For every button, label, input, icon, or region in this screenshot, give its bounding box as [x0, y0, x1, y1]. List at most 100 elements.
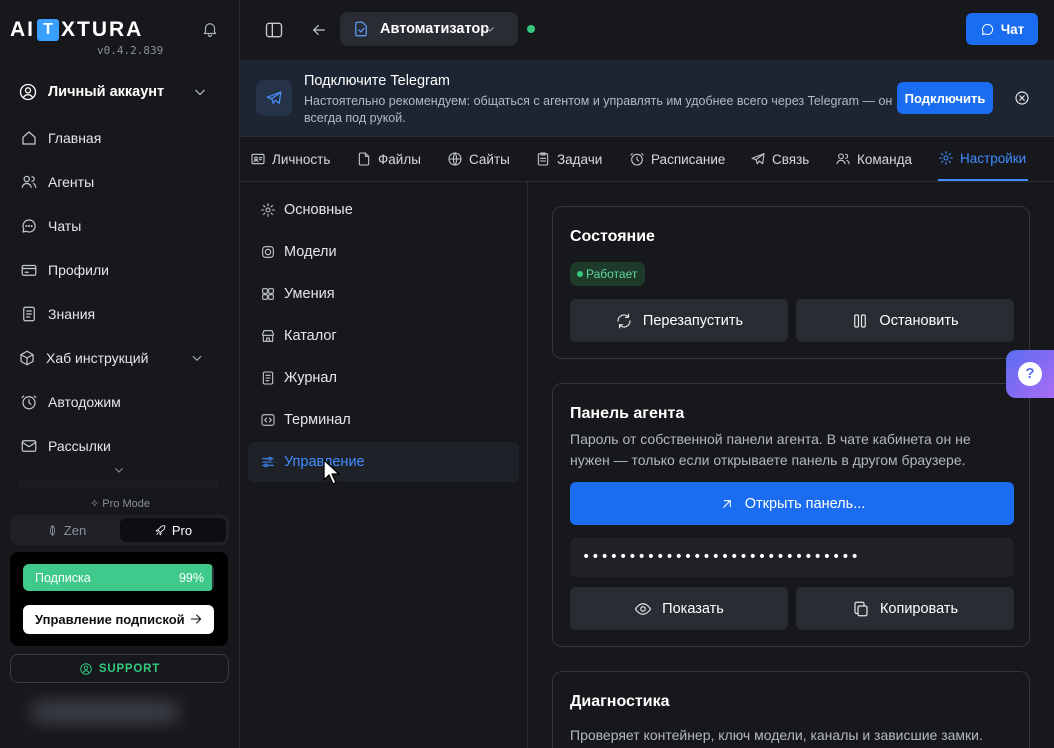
tab-tasks[interactable]: Задачи — [535, 137, 602, 181]
logo-box: T — [37, 19, 59, 41]
sidebar-item-chats[interactable]: Чаты — [20, 214, 220, 238]
sidebar-item-agents[interactable]: Агенты — [20, 170, 220, 194]
open-panel-button[interactable]: Открыть панель... — [570, 482, 1014, 525]
mode-pro-label: Pro — [171, 522, 193, 538]
rocket-icon — [155, 524, 166, 535]
external-arrow-icon — [722, 499, 731, 508]
agent-selector[interactable]: Автоматизатор — [340, 12, 518, 46]
banner-description: Настоятельно рекомендуем: общаться с аге… — [304, 94, 893, 125]
chevron-down-icon — [195, 89, 205, 96]
subscription-label: Подписка — [35, 571, 91, 585]
copy-password-button[interactable]: Копировать — [796, 587, 1014, 630]
scroll-down-icon[interactable] — [111, 462, 127, 478]
chat-button-label: Чат — [1000, 21, 1025, 37]
chat-button[interactable]: Чат — [966, 13, 1038, 45]
banner-title: Подключите Telegram — [304, 73, 451, 89]
tab-label: Настройки — [960, 150, 1027, 166]
tab-label: Задачи — [557, 151, 603, 167]
gear-icon — [939, 151, 953, 165]
back-arrow-icon[interactable] — [310, 21, 328, 39]
file-icon — [358, 152, 370, 166]
settings-item-management[interactable]: Управление — [248, 442, 519, 482]
status-card-title: Состояние — [570, 228, 655, 245]
settings-item-log[interactable]: Журнал — [248, 358, 519, 398]
diagnostics-title: Диагностика — [570, 693, 670, 710]
support-icon — [80, 662, 92, 675]
settings-item-general[interactable]: Основные — [248, 190, 519, 230]
grid-icon — [262, 288, 274, 300]
model-icon — [262, 246, 274, 258]
copy-password-label: Копировать — [879, 600, 959, 617]
sliders-icon — [262, 456, 274, 468]
mode-pro-button[interactable]: Pro — [120, 518, 226, 542]
sidebar-item-autofollowup[interactable]: Автодожим — [20, 390, 220, 414]
telegram-banner: Подключите Telegram Настоятельно рекомен… — [240, 60, 1054, 137]
clock-icon — [21, 395, 37, 410]
toggle-sidebar-icon[interactable] — [264, 20, 284, 40]
settings-nav: Основные Модели Умения Каталог Журнал Те… — [240, 182, 528, 748]
sidebar-item-label: Рассылки — [48, 438, 111, 454]
show-password-button[interactable]: Показать — [570, 587, 788, 630]
open-panel-label: Открыть панель... — [744, 495, 866, 512]
app-logo[interactable]: AI T XTURA — [10, 18, 143, 42]
log-icon — [262, 371, 274, 385]
password-field[interactable]: •••••••••••••••••••••••••••••• — [570, 538, 1014, 577]
tab-label: Команда — [857, 151, 913, 167]
agent-tabs: Личность Файлы Сайты Задачи Расписание С… — [240, 137, 1054, 182]
agent-file-icon — [355, 21, 367, 37]
settings-item-label: Основные — [284, 202, 353, 218]
pro-mode-text: Pro Mode — [102, 498, 150, 510]
profile-card-icon — [21, 264, 37, 276]
tab-files[interactable]: Файлы — [356, 137, 421, 181]
mode-zen-label: Zen — [63, 522, 87, 538]
help-button[interactable]: ? — [1006, 350, 1054, 398]
subscription-progress: Подписка 99% — [23, 564, 214, 591]
tab-persona[interactable]: Личность — [250, 137, 330, 181]
gear-icon — [261, 203, 275, 217]
top-bar: Автоматизатор Чат — [240, 0, 1054, 60]
bell-icon[interactable] — [201, 20, 219, 38]
account-switcher[interactable]: Личный аккаунт — [18, 80, 228, 104]
sidebar-item-label: Агенты — [48, 174, 95, 190]
sidebar-item-profiles[interactable]: Профили — [20, 258, 220, 282]
sidebar-item-label: Главная — [48, 130, 102, 146]
settings-item-skills[interactable]: Умения — [248, 274, 519, 314]
agent-panel-card: Панель агента Пароль от собственной пане… — [552, 383, 1030, 647]
sidebar-item-label: Знания — [48, 306, 96, 322]
user-profile-blurred[interactable] — [10, 690, 229, 734]
settings-item-label: Умения — [284, 286, 335, 302]
sidebar-item-label: Чаты — [48, 218, 82, 234]
settings-item-catalog[interactable]: Каталог — [248, 316, 519, 356]
sidebar-item-home[interactable]: Главная — [20, 126, 220, 150]
restart-button[interactable]: Перезапустить — [570, 299, 788, 342]
mode-zen-button[interactable]: Zen — [13, 518, 119, 542]
clock-icon — [630, 153, 644, 166]
tab-schedule[interactable]: Расписание — [629, 137, 725, 181]
settings-item-label: Журнал — [284, 370, 337, 386]
refresh-icon — [617, 313, 631, 328]
connect-telegram-button[interactable]: Подключить — [897, 82, 993, 114]
settings-item-models[interactable]: Модели — [248, 232, 519, 272]
agent-panel-title: Панель агента — [570, 405, 685, 422]
close-icon[interactable] — [1013, 89, 1031, 107]
sidebar-item-mailings[interactable]: Рассылки — [20, 434, 220, 458]
sidebar-item-instructions-hub[interactable]: Хаб инструкций — [18, 346, 220, 370]
sidebar-item-knowledge[interactable]: Знания — [20, 302, 220, 326]
show-password-label: Показать — [662, 600, 724, 617]
support-button[interactable]: SUPPORT — [10, 654, 229, 683]
send-icon — [751, 153, 765, 165]
diagnostics-description: Проверяет контейнер, ключ модели, каналы… — [570, 727, 983, 743]
terminal-icon — [261, 414, 275, 426]
tab-team[interactable]: Команда — [835, 137, 912, 181]
agent-panel-description: Пароль от собственной панели агента. В ч… — [570, 431, 971, 468]
stop-button[interactable]: Остановить — [796, 299, 1014, 342]
manage-subscription-button[interactable]: Управление подпиской — [23, 605, 214, 634]
tab-settings[interactable]: Настройки — [938, 137, 1029, 181]
sidebar-item-label: Профили — [48, 262, 109, 278]
settings-item-terminal[interactable]: Терминал — [248, 400, 519, 440]
logo-text-xtura: XTURA — [61, 18, 144, 41]
tab-sites[interactable]: Сайты — [447, 137, 510, 181]
agents-icon — [21, 175, 37, 188]
pro-mode-label: ✧ Pro Mode — [90, 498, 150, 510]
tab-connection[interactable]: Связь — [750, 137, 809, 181]
